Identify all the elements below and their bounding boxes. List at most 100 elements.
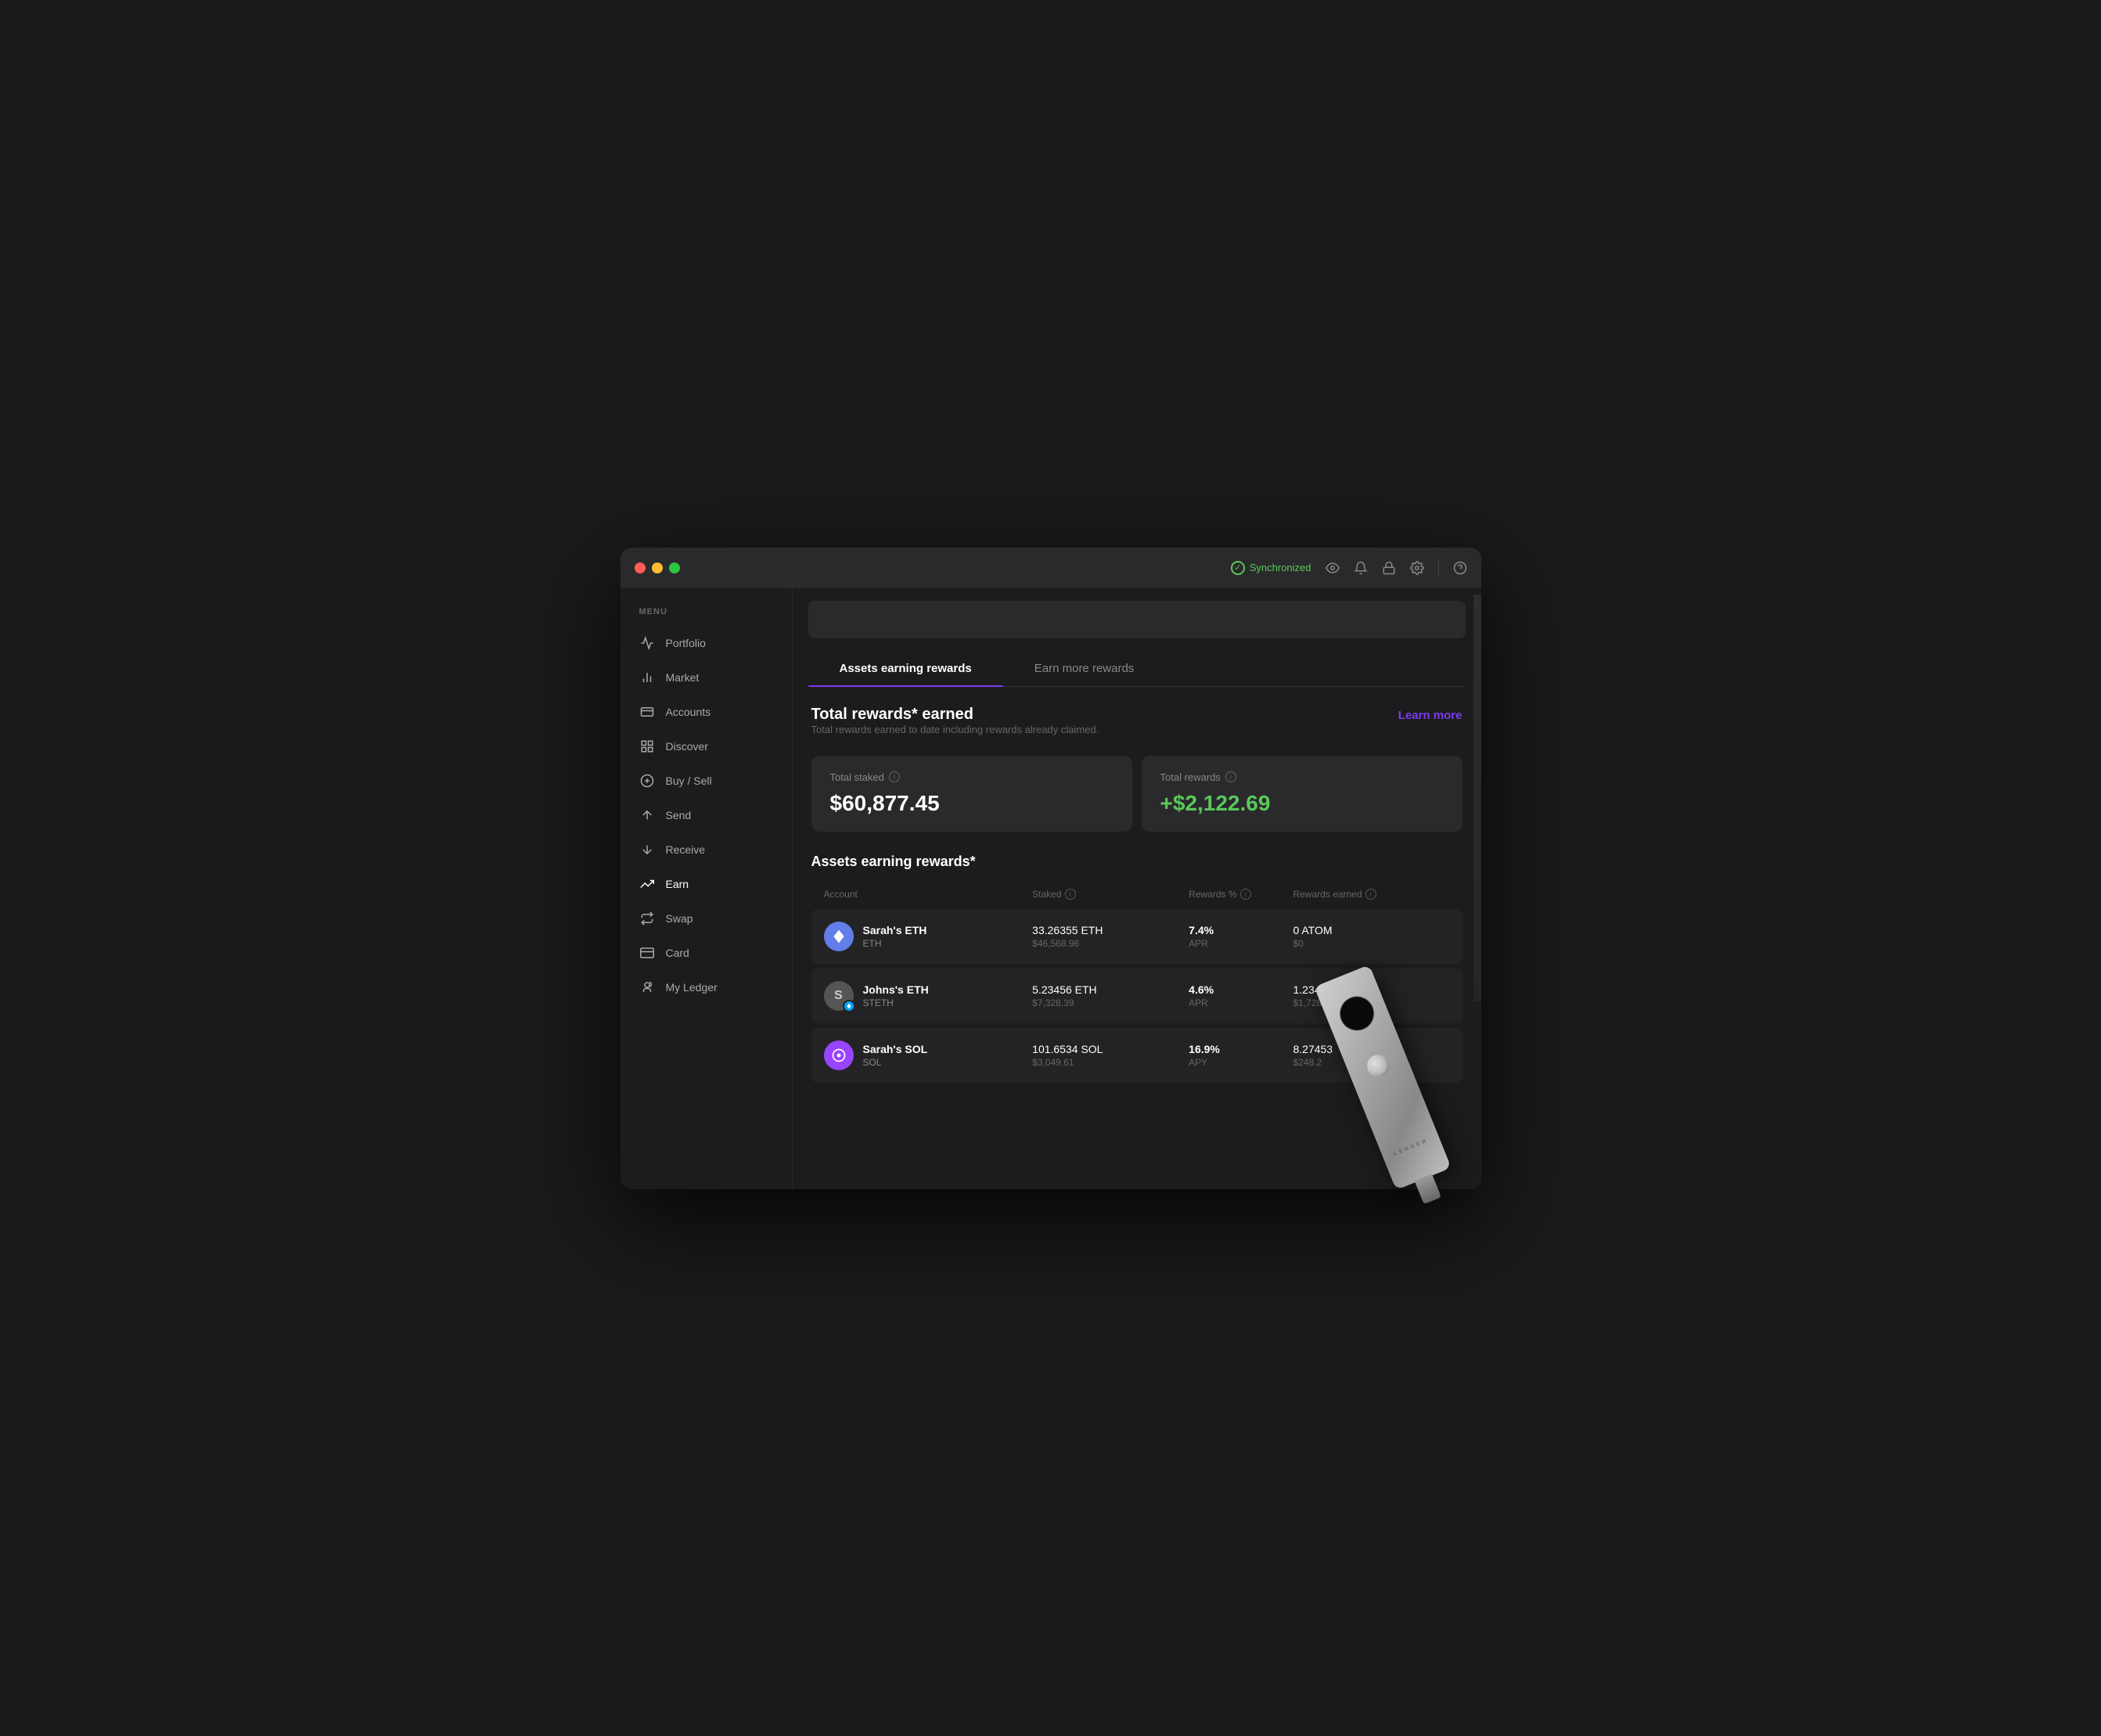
- search-bar-area[interactable]: [808, 601, 1466, 638]
- sidebar-item-discover[interactable]: Discover: [621, 729, 792, 764]
- sidebar-item-swap[interactable]: Swap: [621, 901, 792, 936]
- staked-usd: $3,049.61: [1032, 1057, 1189, 1068]
- market-label: Market: [666, 671, 700, 684]
- traffic-lights: [635, 562, 680, 573]
- asset-info-steth: S Johns's ETH STETH: [824, 981, 1033, 1011]
- accounts-label: Accounts: [666, 706, 711, 718]
- table-row[interactable]: S Johns's ETH STETH 5.23456 ET: [811, 969, 1462, 1023]
- staked-amount: 5.23456 ETH: [1032, 983, 1189, 996]
- card-icon: [639, 945, 655, 961]
- col-rewards-earned: Rewards earned i: [1293, 889, 1449, 900]
- rewards-pct: 4.6%: [1189, 983, 1293, 996]
- sidebar-item-market[interactable]: Market: [621, 660, 792, 695]
- rewards-earned-usd: $248.2: [1293, 1057, 1449, 1068]
- sync-status: ✓ Synchronized: [1231, 561, 1311, 575]
- my-ledger-label: My Ledger: [666, 981, 718, 994]
- asset-info-sol: Sarah's SOL SOL: [824, 1041, 1033, 1070]
- rewards-earned-usd: $0: [1293, 938, 1449, 949]
- col-staked: Staked i: [1032, 889, 1189, 900]
- discover-label: Discover: [666, 740, 708, 753]
- lock-icon[interactable]: [1382, 561, 1396, 575]
- my-ledger-icon: [639, 979, 655, 995]
- staked-col-info[interactable]: i: [1065, 889, 1076, 900]
- sidebar-item-receive[interactable]: Receive: [621, 832, 792, 867]
- rewards-pct-col-info[interactable]: i: [1240, 889, 1251, 900]
- staked-usd: $7,328.39: [1032, 997, 1189, 1008]
- content-area: Assets earning rewards Earn more rewards…: [793, 588, 1481, 1189]
- tabs-container: Assets earning rewards Earn more rewards: [808, 651, 1466, 687]
- asset-symbol: STETH: [863, 997, 929, 1008]
- total-staked-label: Total staked i: [830, 771, 1113, 783]
- menu-label: MENU: [621, 607, 792, 616]
- table-row[interactable]: Sarah's ETH ETH 33.26355 ETH $46,568.96 …: [811, 909, 1462, 964]
- rewards-earned: 0 ATOM: [1293, 924, 1449, 936]
- rewards-type: APY: [1189, 1057, 1293, 1068]
- rewards-type: APR: [1189, 997, 1293, 1008]
- asset-symbol: ETH: [863, 938, 927, 949]
- minimize-button[interactable]: [652, 562, 663, 573]
- main-layout: MENU Portfolio Market: [621, 588, 1481, 1189]
- sidebar: MENU Portfolio Market: [621, 588, 793, 1189]
- sidebar-item-card[interactable]: Card: [621, 936, 792, 970]
- sidebar-item-my-ledger[interactable]: My Ledger: [621, 970, 792, 1005]
- stats-grid: Total staked i $60,877.45 Total rewards …: [811, 756, 1462, 832]
- sidebar-item-accounts[interactable]: Accounts: [621, 695, 792, 729]
- table-row[interactable]: Sarah's SOL SOL 101.6534 SOL $3,049.61 1…: [811, 1028, 1462, 1083]
- steth-avatar: S: [824, 981, 854, 1011]
- gear-icon[interactable]: [1410, 561, 1424, 575]
- total-rewards-label: Total rewards i: [1160, 771, 1444, 783]
- sidebar-item-earn[interactable]: Earn: [621, 867, 792, 901]
- staked-info-icon[interactable]: i: [889, 771, 900, 782]
- rewards-earned-col-info[interactable]: i: [1365, 889, 1376, 900]
- sidebar-item-portfolio[interactable]: Portfolio: [621, 626, 792, 660]
- earn-icon: [639, 876, 655, 892]
- tab-earn-more[interactable]: Earn more rewards: [1003, 651, 1166, 686]
- receive-icon: [639, 842, 655, 857]
- swap-icon: [639, 911, 655, 926]
- rewards-section: Total rewards* earned Total rewards earn…: [793, 687, 1481, 832]
- title-bar-controls: ✓ Synchronized: [1231, 560, 1467, 576]
- sync-label: Synchronized: [1250, 562, 1311, 573]
- asset-name: Sarah's SOL: [863, 1043, 928, 1055]
- eth-avatar: [824, 922, 854, 951]
- portfolio-icon: [639, 635, 655, 651]
- bell-icon[interactable]: [1354, 561, 1368, 575]
- tab-assets-earning[interactable]: Assets earning rewards: [808, 651, 1003, 686]
- buy-sell-icon: [639, 773, 655, 789]
- col-rewards-pct: Rewards % i: [1189, 889, 1293, 900]
- assets-section: Assets earning rewards* Account Staked i…: [793, 854, 1481, 1083]
- receive-label: Receive: [666, 843, 706, 856]
- staked-amount: 101.6534 SOL: [1032, 1043, 1189, 1055]
- total-staked-card: Total staked i $60,877.45: [811, 756, 1132, 832]
- sidebar-item-send[interactable]: Send: [621, 798, 792, 832]
- help-icon[interactable]: [1453, 561, 1467, 575]
- total-rewards-value: +$2,122.69: [1160, 791, 1444, 816]
- asset-name: Johns's ETH: [863, 983, 929, 996]
- cosmos-panel: ▲ ⇄ ⊞ Cosmos ⑃ ⚑ ＋ 📌 ▼: [1473, 595, 1481, 1001]
- learn-more-button[interactable]: Learn more: [1398, 709, 1462, 722]
- rewards-header: Total rewards* earned Total rewards earn…: [811, 706, 1462, 751]
- rewards-earned-usd: $1,728.40: [1293, 997, 1449, 1008]
- rewards-pct: 16.9%: [1189, 1043, 1293, 1055]
- card-label: Card: [666, 947, 689, 959]
- asset-info-eth: Sarah's ETH ETH: [824, 922, 1033, 951]
- col-account: Account: [824, 889, 1033, 900]
- discover-icon: [639, 739, 655, 754]
- staked-amount: 33.26355 ETH: [1032, 924, 1189, 936]
- rewards-pct: 7.4%: [1189, 924, 1293, 936]
- steth-badge: [843, 1000, 855, 1012]
- asset-name: Sarah's ETH: [863, 924, 927, 936]
- maximize-button[interactable]: [669, 562, 680, 573]
- eye-icon[interactable]: [1326, 561, 1340, 575]
- app-window: ✓ Synchronized: [621, 548, 1481, 1189]
- rewards-earned: 1.234567 ETH: [1293, 983, 1449, 996]
- sidebar-item-buy-sell[interactable]: Buy / Sell: [621, 764, 792, 798]
- total-staked-value: $60,877.45: [830, 791, 1113, 816]
- staked-usd: $46,568.96: [1032, 938, 1189, 949]
- portfolio-label: Portfolio: [666, 637, 706, 649]
- rewards-title: Total rewards* earned: [811, 706, 1099, 724]
- table-header: Account Staked i Rewards % i Rewards ear…: [811, 882, 1462, 906]
- rewards-info-icon[interactable]: i: [1225, 771, 1236, 782]
- close-button[interactable]: [635, 562, 646, 573]
- buy-sell-label: Buy / Sell: [666, 775, 712, 787]
